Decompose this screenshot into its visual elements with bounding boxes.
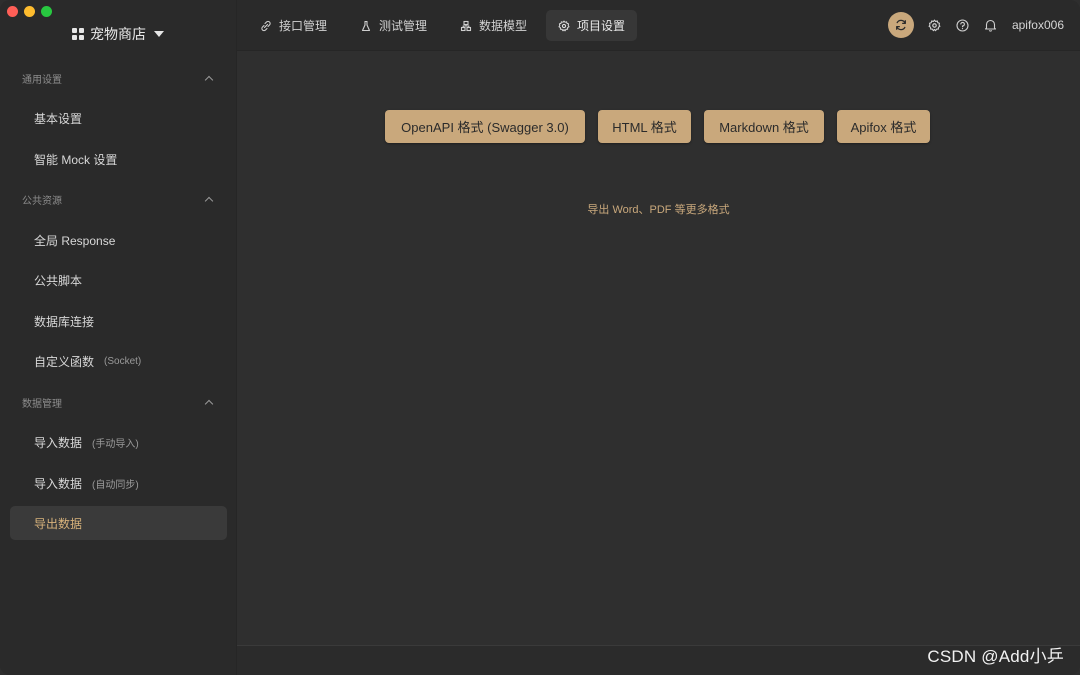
- watermark: CSDN @Add小乒: [927, 647, 1064, 666]
- export-markdown-button[interactable]: Markdown 格式: [704, 110, 824, 143]
- sync-button[interactable]: [887, 12, 914, 38]
- chevron-up-icon: [204, 399, 214, 408]
- project-switcher[interactable]: 宠物商店: [0, 24, 236, 44]
- grid-icon: [72, 28, 84, 40]
- gear-icon: [558, 20, 570, 31]
- project-name: 宠物商店: [90, 26, 146, 42]
- top-navigation: 接口管理 测试管理 数据模型 项目设置 apifox006: [237, 0, 1080, 51]
- caret-down-icon: [154, 31, 164, 37]
- sidebar-item-label: 自定义函数: [34, 354, 95, 369]
- chevron-up-icon: [204, 196, 214, 205]
- sidebar-item-smart-mock[interactable]: 智能 Mock 设置: [10, 142, 227, 176]
- sidebar-item-import-auto-sync[interactable]: 导入数据 (自动同步): [10, 466, 227, 500]
- export-openapi-button[interactable]: OpenAPI 格式 (Swagger 3.0): [385, 110, 585, 143]
- section-title: 数据管理: [22, 398, 62, 410]
- sidebar-item-public-scripts[interactable]: 公共脚本: [10, 263, 227, 297]
- minimize-window-button[interactable]: [24, 6, 35, 17]
- help-icon[interactable]: [956, 18, 970, 32]
- app-window: 宠物商店 通用设置 基本设置 智能 Mock 设置 公共资源 全局 Respon…: [0, 0, 1080, 675]
- sidebar-item-label: 导出数据: [34, 516, 83, 531]
- maximize-window-button[interactable]: [41, 6, 52, 17]
- window-controls: [7, 6, 52, 17]
- sidebar-item-export-data[interactable]: 导出数据: [10, 506, 227, 540]
- flask-icon: [361, 20, 371, 31]
- sidebar-item-custom-functions[interactable]: 自定义函数 (Socket): [10, 344, 227, 378]
- sidebar-item-label: 公共脚本: [34, 273, 83, 288]
- sidebar-item-sublabel: (手动导入): [92, 438, 139, 450]
- export-apifox-button[interactable]: Apifox 格式: [837, 110, 930, 143]
- tab-project-settings[interactable]: 项目设置: [546, 10, 638, 41]
- section-public-resources[interactable]: 公共资源: [22, 190, 214, 208]
- tab-label: 数据模型: [479, 19, 528, 33]
- sidebar-item-label: 智能 Mock 设置: [34, 152, 118, 167]
- section-data-management[interactable]: 数据管理: [22, 393, 214, 411]
- sidebar-item-sublabel: (Socket): [104, 355, 142, 367]
- sidebar-item-label: 全局 Response: [34, 233, 116, 248]
- export-format-buttons: OpenAPI 格式 (Swagger 3.0) HTML 格式 Markdow…: [385, 110, 930, 143]
- header-tools: apifox006: [887, 12, 1064, 38]
- sidebar-item-label: 数据库连接: [34, 314, 95, 329]
- settings-gear-icon[interactable]: [928, 18, 942, 32]
- sidebar-item-label: 基本设置: [34, 111, 83, 126]
- sidebar-item-basic-settings[interactable]: 基本设置: [10, 101, 227, 135]
- close-window-button[interactable]: [7, 6, 18, 17]
- tab-api-management[interactable]: 接口管理: [248, 10, 339, 41]
- export-html-button[interactable]: HTML 格式: [598, 110, 691, 143]
- export-panel: OpenAPI 格式 (Swagger 3.0) HTML 格式 Markdow…: [237, 51, 1080, 646]
- section-title: 公共资源: [22, 195, 62, 207]
- sidebar-item-import-manual[interactable]: 导入数据 (手动导入): [10, 425, 227, 459]
- section-general-settings[interactable]: 通用设置: [22, 69, 214, 87]
- bell-icon[interactable]: [984, 18, 998, 32]
- username[interactable]: apifox006: [1012, 18, 1064, 32]
- sidebar-item-label: 导入数据: [34, 435, 83, 450]
- tab-label: 测试管理: [379, 19, 428, 33]
- model-icon: [460, 20, 472, 31]
- sidebar-item-global-response[interactable]: 全局 Response: [10, 223, 227, 257]
- more-formats-link[interactable]: 导出 Word、PDF 等更多格式: [237, 201, 1080, 217]
- link-icon: [261, 20, 271, 31]
- refresh-icon: [896, 19, 906, 31]
- tab-label: 项目设置: [577, 19, 626, 33]
- section-title: 通用设置: [22, 74, 62, 86]
- tab-data-models[interactable]: 数据模型: [448, 10, 539, 41]
- sidebar: 宠物商店 通用设置 基本设置 智能 Mock 设置 公共资源 全局 Respon…: [0, 0, 237, 675]
- tab-test-management[interactable]: 测试管理: [348, 10, 439, 41]
- sidebar-item-label: 导入数据: [34, 476, 83, 491]
- sidebar-item-sublabel: (自动同步): [92, 479, 139, 491]
- chevron-up-icon: [204, 75, 214, 84]
- sidebar-item-database-connection[interactable]: 数据库连接: [10, 304, 227, 338]
- tab-label: 接口管理: [279, 19, 328, 33]
